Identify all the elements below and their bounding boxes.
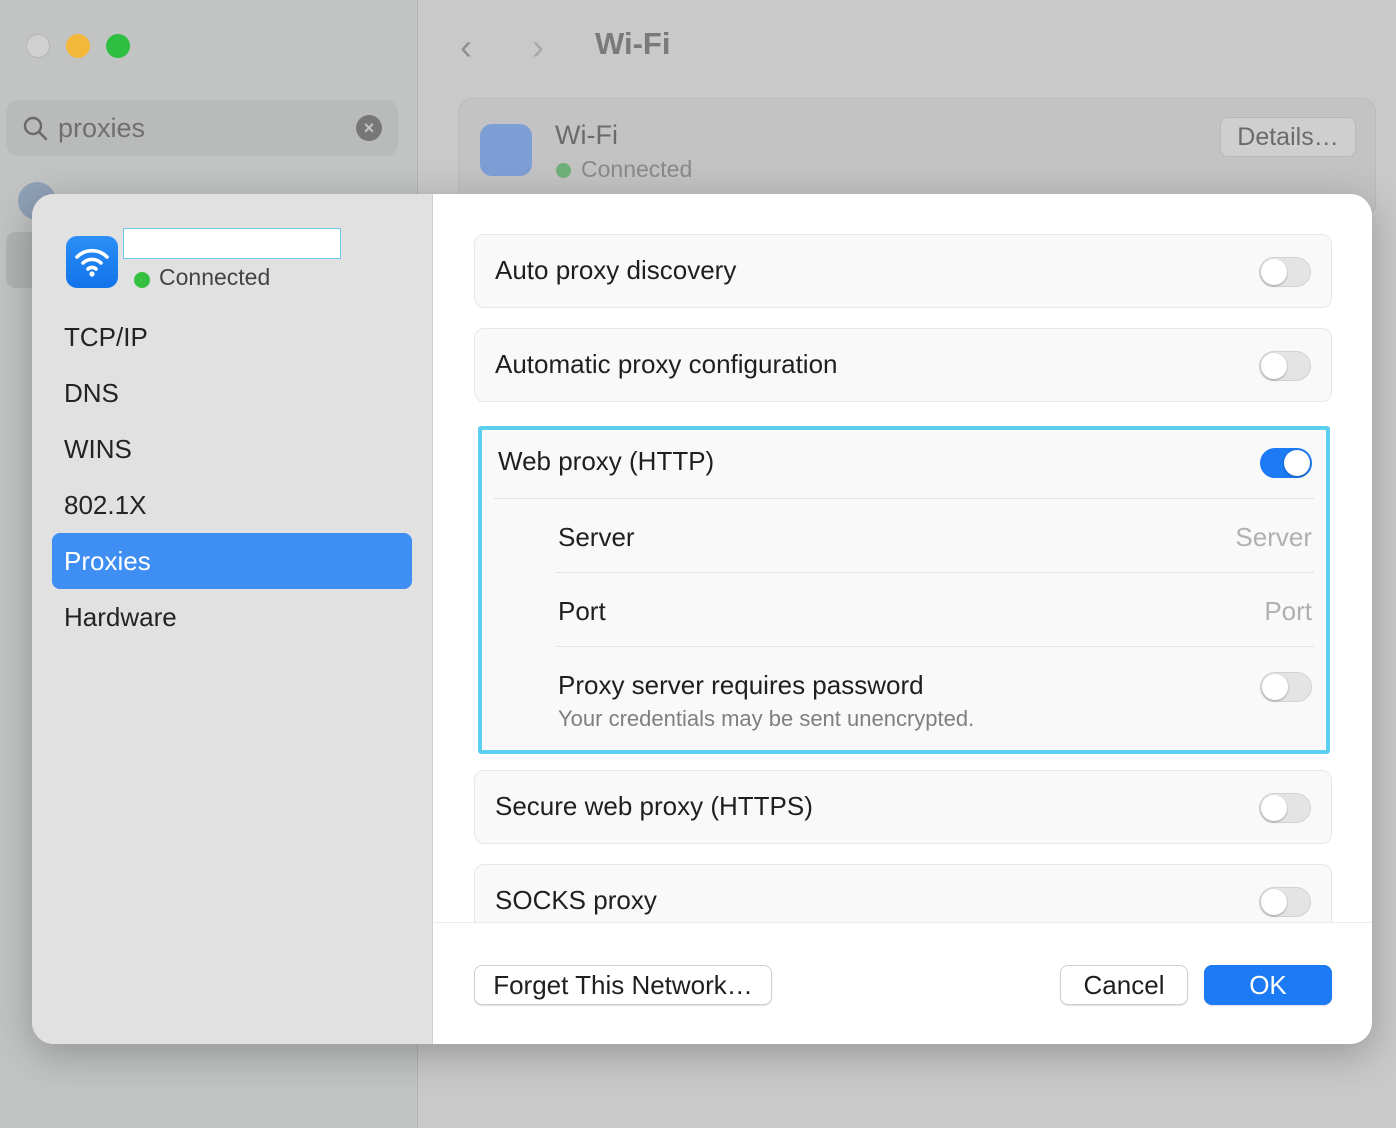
zoom-window-button[interactable] (106, 34, 130, 58)
auto-proxy-discovery-row: Auto proxy discovery (474, 234, 1332, 308)
toggle-knob (1284, 450, 1310, 476)
automatic-proxy-configuration-toggle[interactable] (1259, 351, 1311, 381)
sidebar-item-proxies[interactable]: Proxies (52, 533, 412, 589)
close-window-button[interactable] (26, 34, 50, 58)
secure-web-proxy-row: Secure web proxy (HTTPS) (474, 770, 1332, 844)
divider (494, 498, 1314, 499)
divider (556, 646, 1314, 647)
forward-chevron-icon[interactable]: › (532, 26, 544, 68)
auto-proxy-discovery-toggle[interactable] (1259, 257, 1311, 287)
wifi-card-status: Connected (581, 156, 693, 182)
clear-search-icon[interactable]: × (356, 115, 382, 141)
wifi-icon (480, 124, 532, 176)
sidebar-item-dns[interactable]: DNS (52, 365, 412, 421)
proxy-password-label: Proxy server requires password (558, 670, 924, 700)
connected-status-dot (134, 272, 150, 288)
wifi-icon (66, 236, 118, 288)
connected-status-dot (556, 163, 571, 178)
forget-network-button[interactable]: Forget This Network… (474, 965, 772, 1005)
search-field[interactable]: proxies × (6, 100, 398, 156)
network-status: Connected (159, 264, 271, 290)
port-field[interactable]: Port (1264, 596, 1312, 627)
toggle-knob (1262, 674, 1288, 700)
network-details-sheet: Connected TCP/IP DNS WINS 802.1X Proxies… (32, 194, 1372, 1044)
search-query: proxies (58, 113, 146, 143)
toggle-knob (1261, 889, 1287, 915)
toggle-knob (1261, 353, 1287, 379)
sheet-sidebar: Connected TCP/IP DNS WINS 802.1X Proxies… (32, 194, 433, 1044)
sheet-sidebar-list: TCP/IP DNS WINS 802.1X Proxies Hardware (52, 309, 412, 645)
page-title: Wi-Fi (595, 26, 671, 61)
sidebar-item-8021x[interactable]: 802.1X (52, 477, 412, 533)
port-label: Port (558, 596, 606, 626)
divider (556, 572, 1314, 573)
socks-proxy-label: SOCKS proxy (495, 885, 657, 915)
secure-web-proxy-toggle[interactable] (1259, 793, 1311, 823)
credentials-warning: Your credentials may be sent unencrypted… (558, 706, 975, 731)
auto-proxy-discovery-label: Auto proxy discovery (495, 255, 737, 285)
proxy-password-toggle[interactable] (1260, 672, 1312, 702)
secure-web-proxy-label: Secure web proxy (HTTPS) (495, 791, 813, 821)
ok-button[interactable]: OK (1204, 965, 1332, 1005)
sidebar-item-tcpip[interactable]: TCP/IP (52, 309, 412, 365)
web-proxy-http-label: Web proxy (HTTP) (498, 446, 715, 476)
details-button[interactable]: Details… (1220, 117, 1356, 157)
automatic-proxy-configuration-row: Automatic proxy configuration (474, 328, 1332, 402)
toggle-knob (1261, 795, 1287, 821)
server-field[interactable]: Server (1235, 522, 1312, 553)
network-name-field (123, 228, 341, 259)
wifi-card-title: Wi-Fi (555, 120, 618, 150)
sidebar-item-hardware[interactable]: Hardware (52, 589, 412, 645)
sheet-footer: Forget This Network… Cancel OK (434, 922, 1372, 1044)
back-chevron-icon[interactable]: ‹ (460, 26, 472, 68)
socks-proxy-toggle[interactable] (1259, 887, 1311, 917)
proxies-pane: Auto proxy discovery Automatic proxy con… (434, 194, 1372, 922)
web-proxy-http-toggle[interactable] (1260, 448, 1312, 478)
sidebar-item-wins[interactable]: WINS (52, 421, 412, 477)
automatic-proxy-configuration-label: Automatic proxy configuration (495, 349, 838, 379)
socks-proxy-row: SOCKS proxy (474, 864, 1332, 922)
server-label: Server (558, 522, 635, 552)
web-proxy-http-group: Web proxy (HTTP) Server Server Port Port… (478, 426, 1330, 754)
cancel-button[interactable]: Cancel (1060, 965, 1188, 1005)
search-icon (23, 116, 48, 141)
toggle-knob (1261, 259, 1287, 285)
minimize-window-button[interactable] (66, 34, 90, 58)
